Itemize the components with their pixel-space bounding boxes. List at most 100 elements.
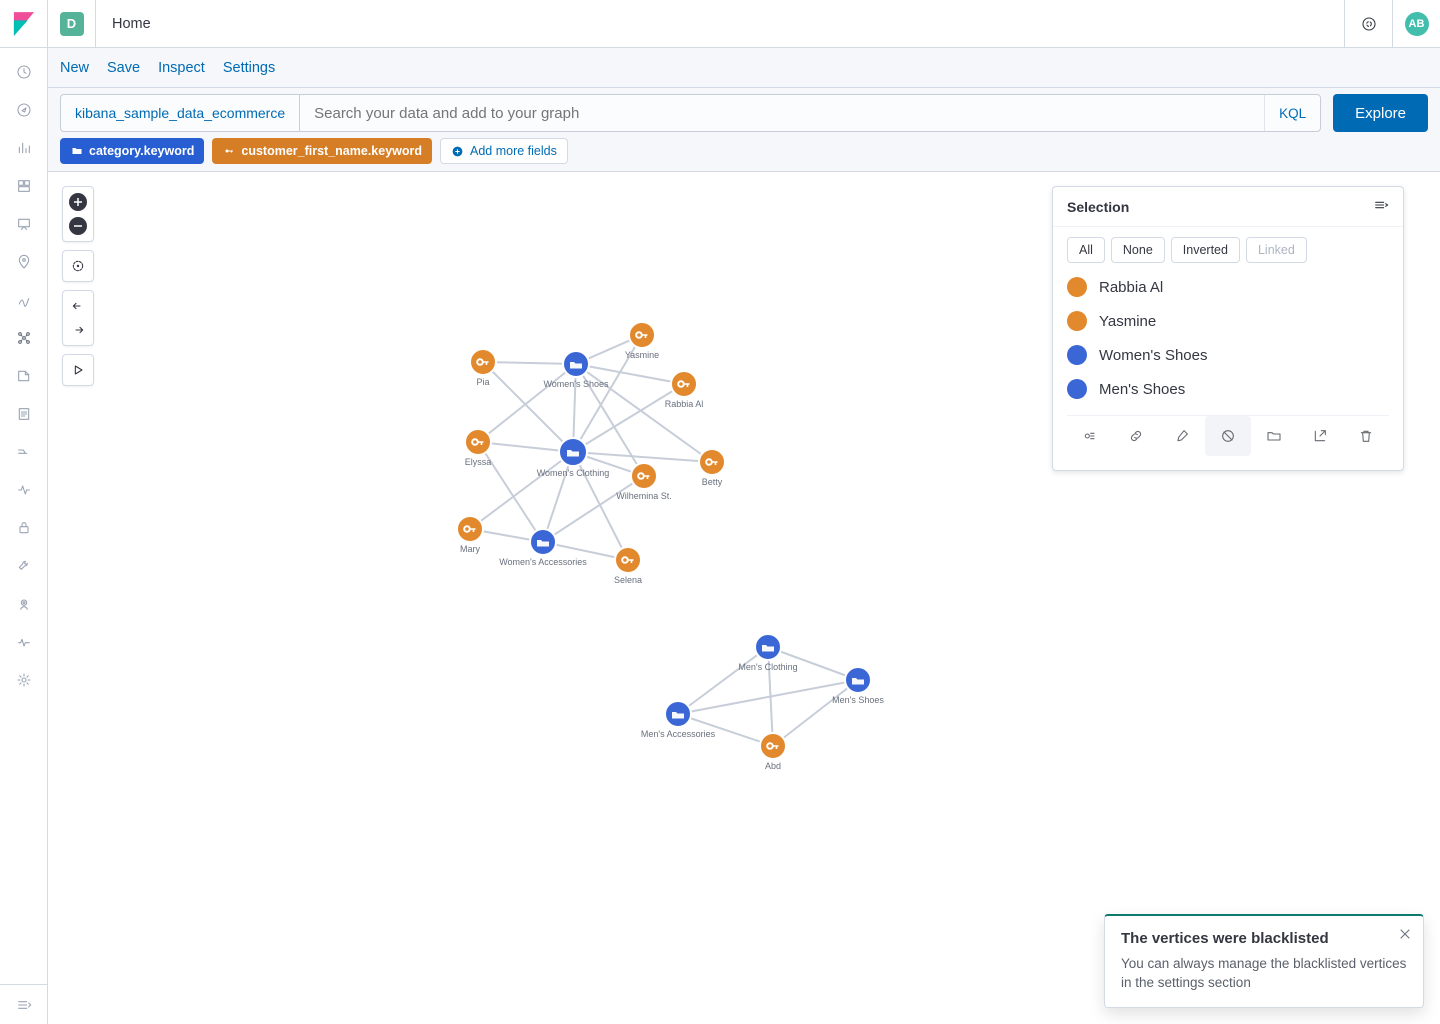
nav-maps-icon[interactable] <box>12 250 36 274</box>
toast-body: You can always manage the blacklisted ve… <box>1121 955 1407 993</box>
nav-devtools-icon[interactable] <box>12 554 36 578</box>
field-chip-customer[interactable]: customer_first_name.keyword <box>212 138 432 164</box>
panel-expand-button[interactable] <box>1373 197 1389 216</box>
export-icon <box>1312 428 1328 444</box>
action-delete[interactable] <box>1343 416 1389 456</box>
action-link[interactable] <box>1113 416 1159 456</box>
graph-node-mary[interactable]: Mary <box>457 516 483 554</box>
color-dot <box>1067 311 1087 331</box>
selection-item-label: Men's Shoes <box>1099 381 1185 398</box>
nav-ml-icon[interactable] <box>12 288 36 312</box>
action-ungroup[interactable] <box>1297 416 1343 456</box>
action-style[interactable] <box>1159 416 1205 456</box>
search-box: KQL <box>299 94 1321 132</box>
nav-metrics-icon[interactable] <box>12 364 36 388</box>
nav-recent-icon[interactable] <box>12 60 36 84</box>
select-none-button[interactable]: None <box>1111 237 1165 263</box>
selection-item[interactable]: Yasmine <box>1067 311 1389 331</box>
select-all-button[interactable]: All <box>1067 237 1105 263</box>
graph-node-pia[interactable]: Pia <box>470 349 496 387</box>
search-row: kibana_sample_data_ecommerce KQL Explore <box>48 88 1440 138</box>
graph-edge[interactable] <box>678 680 858 714</box>
graph-edge[interactable] <box>573 384 684 452</box>
left-nav <box>0 48 48 1024</box>
index-pattern-select[interactable]: kibana_sample_data_ecommerce <box>60 94 299 132</box>
user-menu[interactable]: AB <box>1392 0 1440 48</box>
nav-management-icon[interactable] <box>12 668 36 692</box>
select-inverted-button[interactable]: Inverted <box>1171 237 1240 263</box>
graph-edge[interactable] <box>573 452 712 462</box>
selection-item-label: Yasmine <box>1099 313 1156 330</box>
nav-uptime-icon[interactable] <box>12 478 36 502</box>
graph-node-betty[interactable]: Betty <box>699 449 725 487</box>
menu-save[interactable]: Save <box>107 60 140 76</box>
selection-item[interactable]: Women's Shoes <box>1067 345 1389 365</box>
graph-edge[interactable] <box>773 680 858 746</box>
kql-toggle[interactable]: KQL <box>1264 95 1320 131</box>
lifebuoy-icon <box>1361 16 1377 32</box>
color-dot <box>1067 277 1087 297</box>
field-chip-category[interactable]: category.keyword <box>60 138 204 164</box>
graph-node-selena[interactable]: Selena <box>614 547 642 585</box>
node-label: Women's Accessories <box>499 557 587 567</box>
menu-new[interactable]: New <box>60 60 89 76</box>
graph-node-womens_shoes[interactable]: Women's Shoes <box>543 351 609 389</box>
space-badge: D <box>60 12 84 36</box>
graph-canvas[interactable]: Women's Clothing Women's Shoes Women's Acc… <box>48 172 1440 1024</box>
nav-monitoring-icon[interactable] <box>12 630 36 654</box>
action-group[interactable] <box>1251 416 1297 456</box>
graph-node-womens_clothing[interactable]: Women's Clothing <box>537 438 610 478</box>
selection-item[interactable]: Men's Shoes <box>1067 379 1389 399</box>
brush-icon <box>1174 428 1190 444</box>
selection-item-label: Women's Shoes <box>1099 347 1207 364</box>
news-feed-button[interactable] <box>1344 0 1392 48</box>
nav-canvas-icon[interactable] <box>12 212 36 236</box>
chip-label: category.keyword <box>89 144 194 158</box>
nav-collapse-button[interactable] <box>0 984 47 1024</box>
node-label: Women's Clothing <box>537 468 610 478</box>
graph-node-mens_clothing[interactable]: Men's Clothing <box>738 634 797 672</box>
nav-graph-icon[interactable] <box>12 326 36 350</box>
graph-edge[interactable] <box>678 647 768 714</box>
space-selector[interactable]: D <box>48 0 96 48</box>
breadcrumb-home[interactable]: Home <box>96 16 167 32</box>
nav-logs-icon[interactable] <box>12 402 36 426</box>
graph-edge[interactable] <box>543 476 644 542</box>
node-label: Abd <box>765 761 781 771</box>
kibana-logo[interactable] <box>0 0 48 48</box>
app-header: D Home AB <box>0 0 1440 48</box>
node-label: Women's Shoes <box>543 379 609 389</box>
nav-apm-icon[interactable] <box>12 440 36 464</box>
menu-inspect[interactable]: Inspect <box>158 60 205 76</box>
graph-node-rabbia[interactable]: Rabbia Al <box>665 371 704 409</box>
menu-settings[interactable]: Settings <box>223 60 275 76</box>
color-dot <box>1067 379 1087 399</box>
user-avatar: AB <box>1405 12 1429 36</box>
nav-visualize-icon[interactable] <box>12 136 36 160</box>
action-expand[interactable] <box>1067 416 1113 456</box>
search-input[interactable] <box>300 105 1264 122</box>
graph-edge[interactable] <box>478 364 576 442</box>
graph-edge[interactable] <box>483 362 573 452</box>
action-blacklist[interactable] <box>1205 416 1251 456</box>
plus-circle-icon <box>451 145 464 158</box>
selection-item[interactable]: Rabbia Al <box>1067 277 1389 297</box>
add-field-button[interactable]: Add more fields <box>440 138 568 164</box>
selection-panel: Selection All None Inverted Linked Rabbi… <box>1052 186 1404 471</box>
trash-icon <box>1358 428 1374 444</box>
toast-close-button[interactable] <box>1397 926 1413 945</box>
color-dot <box>1067 345 1087 365</box>
node-label: Yasmine <box>625 350 659 360</box>
nav-siem-icon[interactable] <box>12 516 36 540</box>
graph-node-yasmine[interactable]: Yasmine <box>625 322 659 360</box>
explore-button[interactable]: Explore <box>1333 94 1428 132</box>
nav-stack-icon[interactable] <box>12 592 36 616</box>
nav-dashboard-icon[interactable] <box>12 174 36 198</box>
nav-discover-icon[interactable] <box>12 98 36 122</box>
node-label: Elyssa <box>465 457 492 467</box>
node-label: Wilhemina St. <box>616 491 672 501</box>
graph-node-mens_accessories[interactable]: Men's Accessories <box>641 701 716 739</box>
graph-node-abd[interactable]: Abd <box>760 733 786 771</box>
chip-label: Add more fields <box>470 144 557 158</box>
graph-node-elyssa[interactable]: Elyssa <box>465 429 492 467</box>
